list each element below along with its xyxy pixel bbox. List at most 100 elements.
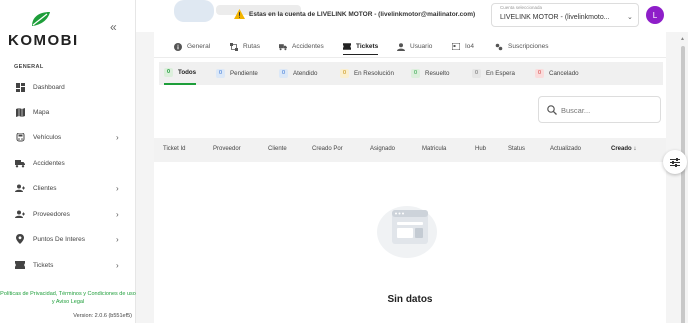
tab-accidentes[interactable]: Accidentes: [279, 38, 324, 55]
sliders-icon: [670, 157, 680, 167]
account-warning-text: Estas en la cuenta de LIVELINK MOTOR - (…: [249, 11, 476, 18]
tab-io4[interactable]: Io4: [452, 38, 474, 55]
column-header-matricula[interactable]: Matricula: [422, 146, 446, 152]
truck-icon: [279, 43, 287, 51]
sidebar-section-label: GENERAL: [14, 64, 44, 70]
table-header: Ticket Id Proveedor Cliente Creado Por A…: [154, 138, 666, 162]
status-tab-pendiente[interactable]: 0 Pendiente: [216, 62, 258, 85]
sort-desc-icon: ↓: [633, 146, 637, 152]
scroll-up-arrow-icon[interactable]: ▲: [680, 36, 685, 42]
status-tab-label: En Espera: [486, 70, 515, 77]
tab-label: Usuario: [410, 43, 433, 50]
ticket-icon: [15, 260, 25, 270]
status-count-badge: 0: [411, 69, 420, 78]
avatar[interactable]: L: [646, 6, 664, 24]
location-pin-icon: [15, 234, 25, 244]
tab-label: Rutas: [243, 43, 260, 50]
status-tab-cancelado[interactable]: 0 Cancelado: [535, 62, 579, 85]
status-tab-en-resolucion[interactable]: 0 En Resolución: [340, 62, 394, 85]
scrollbar-thumb[interactable]: [681, 46, 685, 323]
blurred-image: [174, 0, 214, 22]
legal-links[interactable]: Políticas de Privacidad, Términos y Cond…: [0, 290, 136, 306]
chevron-down-icon: ⌄: [627, 14, 633, 21]
empty-state-text: Sin datos: [387, 294, 433, 305]
tabs-divider: [154, 57, 666, 58]
chevron-right-icon: ›: [116, 132, 119, 142]
chevron-right-icon: ›: [116, 260, 119, 270]
car-icon: [15, 132, 25, 142]
ticket-icon: [343, 42, 351, 50]
tab-label: Suscripciones: [508, 43, 549, 50]
status-tab-label: Resuelto: [425, 70, 450, 77]
account-select[interactable]: Cuenta seleccionada LIVELINK MOTOR - (li…: [491, 3, 639, 27]
sidebar-item-tickets[interactable]: Tickets ›: [0, 255, 135, 275]
tab-usuario[interactable]: Usuario: [397, 38, 432, 55]
column-header-actualizado[interactable]: Actualizado: [550, 146, 581, 152]
subscription-icon: [495, 43, 503, 51]
column-header-status[interactable]: Status: [508, 146, 525, 152]
sidebar-item-label: Puntos De Interes: [33, 235, 86, 243]
tab-tickets[interactable]: Tickets: [343, 38, 379, 55]
status-tab-label: En Resolución: [354, 70, 394, 77]
sidebar-item-label: Mapa: [33, 108, 50, 116]
komobi-logo[interactable]: KOMOBI: [8, 8, 98, 49]
sidebar-item-accidentes[interactable]: Accidentes: [0, 153, 135, 173]
sidebar-item-dashboard[interactable]: Dashboard: [0, 77, 135, 97]
dashboard-icon: [15, 82, 25, 92]
status-tab-label: Cancelado: [549, 70, 579, 77]
status-tab-en-espera[interactable]: 0 En Espera: [472, 62, 515, 85]
user-icon: [397, 42, 405, 51]
column-header-creado[interactable]: Creado ↓: [611, 146, 636, 152]
sidebar-item-label: Proveedores: [33, 210, 70, 218]
sidebar-item-proveedores[interactable]: Proveedores ›: [0, 204, 135, 224]
people-icon: [15, 183, 25, 193]
status-count-badge: 0: [216, 69, 225, 78]
sidebar-item-label: Vehículos: [33, 133, 62, 141]
card-icon: [452, 43, 460, 51]
column-header-proveedor[interactable]: Proveedor: [213, 146, 241, 152]
column-header-cliente[interactable]: Cliente: [268, 146, 287, 152]
sidebar-item-label: Dashboard: [33, 83, 65, 91]
tab-label: General: [187, 43, 211, 50]
account-select-value: LIVELINK MOTOR - (livelinkmoto...: [500, 14, 610, 21]
topbar: Estas en la cuenta de LIVELINK MOTOR - (…: [136, 0, 688, 32]
search-box[interactable]: [538, 96, 661, 123]
column-header-creado-por[interactable]: Creado Por: [312, 146, 343, 152]
column-header-ticket-id[interactable]: Ticket Id: [163, 146, 185, 152]
search-input[interactable]: [561, 103, 656, 117]
filter-settings-button[interactable]: [663, 150, 687, 174]
tab-label: Accidentes: [292, 43, 324, 50]
tab-general[interactable]: General: [174, 38, 210, 55]
scrollbar[interactable]: ▲: [680, 34, 686, 323]
empty-state-illustration: [377, 206, 437, 258]
sidebar: KOMOBI « GENERAL Dashboard Mapa Vehículo…: [0, 0, 136, 323]
leaf-logo-icon: [32, 12, 50, 26]
sidebar-item-vehiculos[interactable]: Vehículos ›: [0, 127, 135, 147]
tab-suscripciones[interactable]: Suscripciones: [495, 38, 548, 55]
sidebar-item-label: Clientes: [33, 184, 57, 192]
status-tab-atendido[interactable]: 0 Atendido: [279, 62, 317, 85]
status-tab-label: Todos: [178, 69, 197, 76]
status-count-badge: 0: [472, 69, 481, 78]
collapse-sidebar-icon[interactable]: «: [110, 20, 117, 34]
map-icon: [15, 107, 25, 117]
status-tab-label: Pendiente: [230, 70, 258, 77]
column-header-hub[interactable]: Hub: [475, 146, 486, 152]
tab-rutas[interactable]: Rutas: [230, 38, 260, 55]
tab-label: Tickets: [356, 42, 379, 50]
column-header-label: Creado: [611, 146, 632, 152]
status-tab-resuelto[interactable]: 0 Resuelto: [411, 62, 449, 85]
chevron-right-icon: ›: [116, 183, 119, 193]
sidebar-item-mapa[interactable]: Mapa: [0, 102, 135, 122]
status-tab-todos[interactable]: 0 Todos: [164, 62, 197, 85]
chevron-right-icon: ›: [116, 234, 119, 244]
status-tab-label: Atendido: [293, 70, 318, 77]
brand-name: KOMOBI: [8, 32, 79, 49]
chevron-right-icon: ›: [116, 209, 119, 219]
column-header-asignado[interactable]: Asignado: [370, 146, 395, 152]
sidebar-item-label: Accidentes: [33, 159, 65, 167]
sidebar-item-clientes[interactable]: Clientes ›: [0, 178, 135, 198]
route-icon: [230, 42, 238, 51]
status-count-badge: 0: [164, 68, 173, 77]
sidebar-item-puntos-de-interes[interactable]: Puntos De Interes ›: [0, 229, 135, 249]
